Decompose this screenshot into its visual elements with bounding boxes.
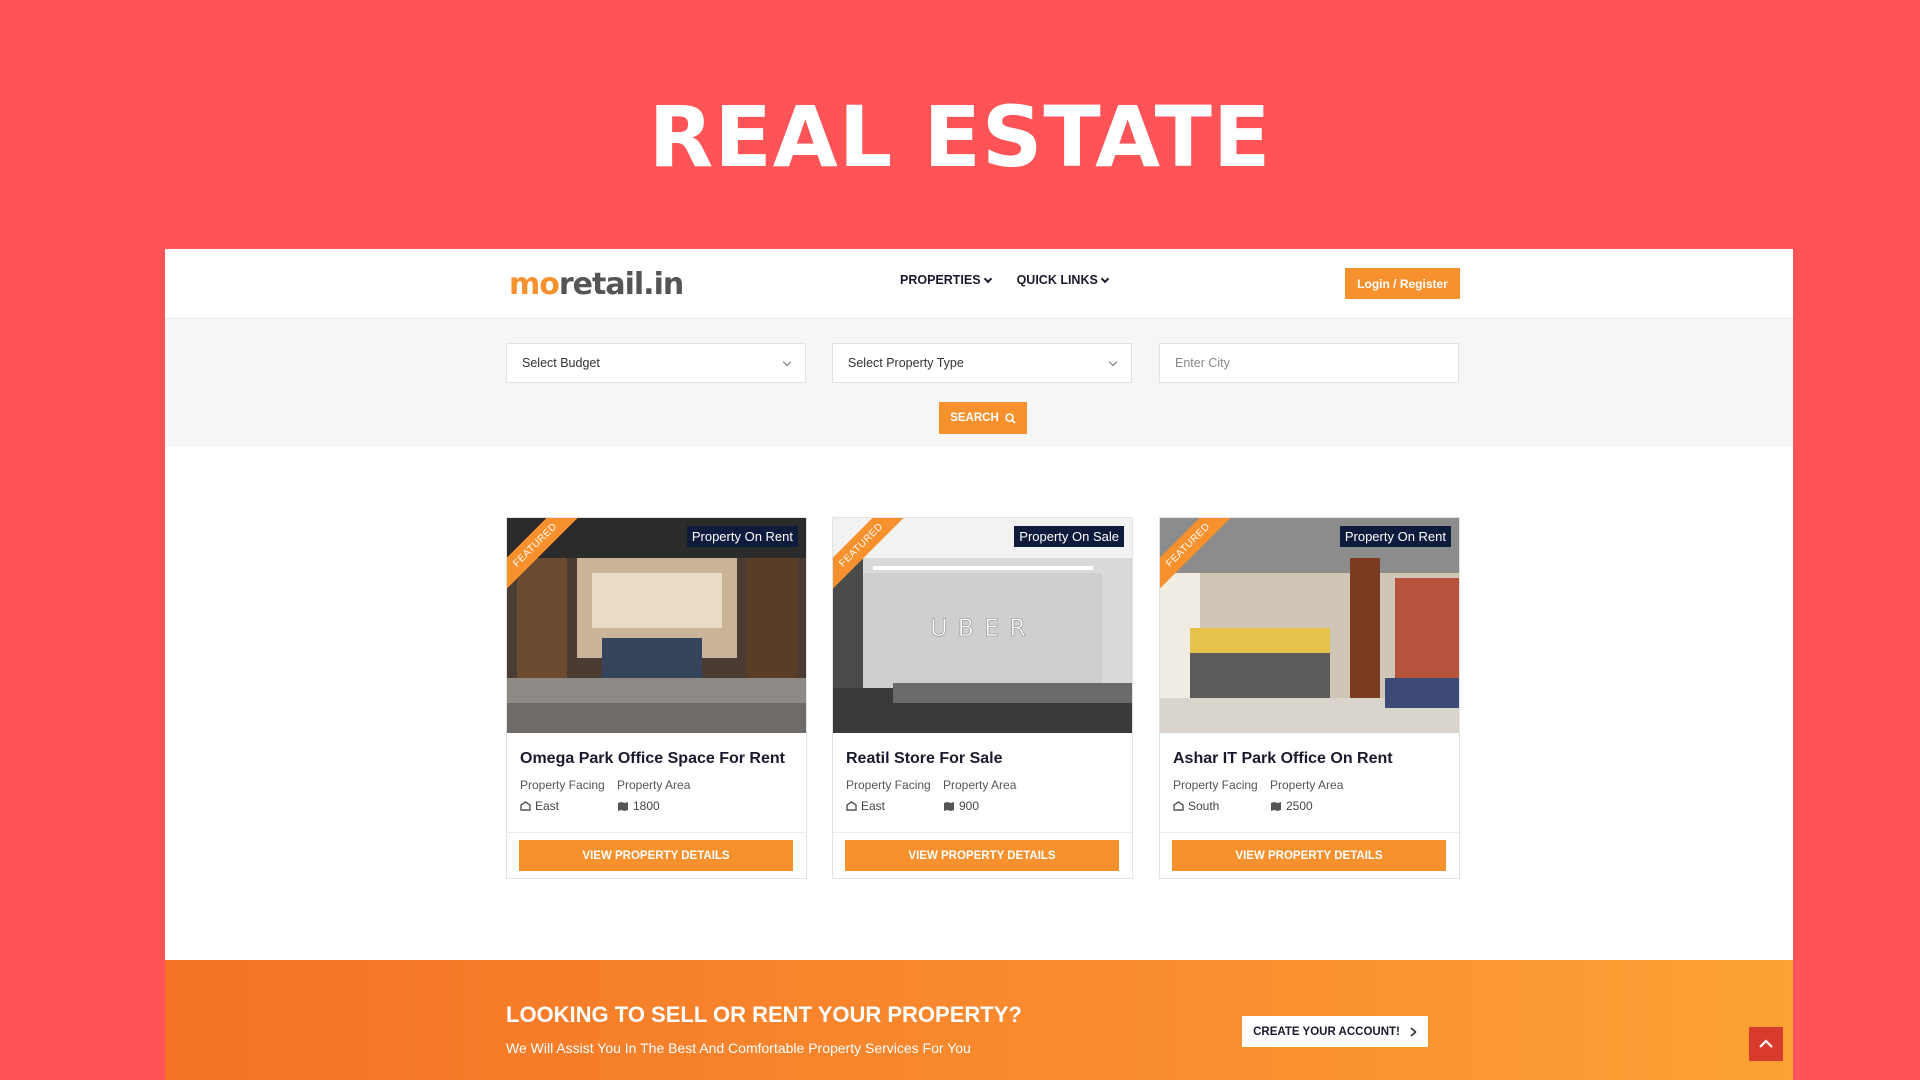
view-property-details-button[interactable]: VIEW PROPERTY DETAILS — [845, 840, 1119, 871]
property-card[interactable]: UBER FEATURED Property On Sale Reatil St… — [832, 517, 1133, 879]
property-image[interactable]: UBER FEATURED Property On Sale — [833, 518, 1132, 733]
nav-properties[interactable]: PROPERTIES — [900, 273, 992, 287]
uber-office-image: UBER — [833, 518, 1132, 733]
facing-value: East — [846, 799, 885, 813]
chevron-down-icon — [1100, 274, 1110, 283]
card-divider — [507, 832, 806, 833]
logo-mo: mo — [509, 267, 560, 302]
property-status-badge: Property On Rent — [686, 526, 798, 547]
nav-properties-label: PROPERTIES — [900, 273, 981, 287]
map-icon — [944, 801, 954, 811]
chevron-down-icon — [1108, 357, 1118, 366]
chevron-down-icon — [983, 274, 992, 283]
office-lobby-image — [507, 518, 806, 733]
property-title[interactable]: Reatil Store For Sale — [846, 750, 1003, 768]
facing-label: Property Facing — [520, 778, 605, 792]
property-type-select-value: Select Property Type — [848, 356, 964, 370]
property-status-badge: Property On Sale — [1014, 526, 1124, 547]
property-title[interactable]: Omega Park Office Space For Rent — [520, 750, 785, 768]
property-card[interactable]: FEATURED Property On Rent Ashar IT Park … — [1159, 517, 1460, 879]
area-text: 900 — [959, 799, 980, 813]
chevron-up-icon — [1759, 1039, 1773, 1048]
map-icon — [1271, 801, 1281, 811]
area-label: Property Area — [1270, 778, 1344, 792]
facing-label: Property Facing — [846, 778, 931, 792]
facing-value: South — [1173, 799, 1219, 813]
card-divider — [1160, 832, 1459, 833]
it-park-office-image — [1160, 518, 1459, 733]
site-header: moretail.in PROPERTIES QUICK LINKS Login… — [165, 249, 1793, 319]
website-frame: moretail.in PROPERTIES QUICK LINKS Login… — [165, 249, 1793, 1080]
hero-title: REAL ESTATE — [648, 88, 1272, 186]
cta-subtitle: We Will Assist You In The Best And Comfo… — [506, 1040, 971, 1056]
login-register-button[interactable]: Login / Register — [1345, 268, 1460, 299]
cta-title: LOOKING TO SELL OR RENT YOUR PROPERTY? — [506, 1002, 1022, 1027]
back-to-top-button[interactable] — [1749, 1027, 1783, 1061]
property-type-select[interactable]: Select Property Type — [832, 343, 1132, 383]
search-icon — [1005, 412, 1016, 424]
create-account-button[interactable]: CREATE YOUR ACCOUNT! — [1242, 1016, 1428, 1047]
site-logo[interactable]: moretail.in — [509, 267, 684, 302]
property-title[interactable]: Ashar IT Park Office On Rent — [1173, 750, 1393, 768]
property-image[interactable]: FEATURED Property On Rent — [1160, 518, 1459, 733]
chevron-down-icon — [782, 357, 792, 366]
area-text: 2500 — [1286, 799, 1313, 813]
nav-quick-links[interactable]: QUICK LINKS — [1016, 273, 1110, 287]
main-nav: PROPERTIES QUICK LINKS — [900, 273, 1110, 287]
city-input[interactable] — [1175, 356, 1443, 370]
area-label: Property Area — [617, 778, 691, 792]
search-button-label: SEARCH — [950, 412, 999, 424]
search-band: Select Budget Select Property Type SEARC… — [165, 319, 1793, 447]
compass-icon — [1173, 801, 1184, 811]
facing-text: South — [1188, 799, 1220, 813]
view-property-details-button[interactable]: VIEW PROPERTY DETAILS — [1172, 840, 1446, 871]
nav-quick-links-label: QUICK LINKS — [1016, 273, 1098, 287]
area-value: 2500 — [1270, 799, 1313, 813]
area-label: Property Area — [943, 778, 1017, 792]
budget-select[interactable]: Select Budget — [506, 343, 806, 383]
facing-text: East — [861, 799, 886, 813]
area-text: 1800 — [633, 799, 660, 813]
search-button[interactable]: SEARCH — [939, 402, 1027, 434]
card-divider — [833, 832, 1132, 833]
view-property-details-button[interactable]: VIEW PROPERTY DETAILS — [519, 840, 793, 871]
facing-value: East — [520, 799, 559, 813]
city-field[interactable] — [1159, 343, 1459, 383]
uber-sign-text: UBER — [930, 614, 1036, 642]
property-card[interactable]: FEATURED Property On Rent Omega Park Off… — [506, 517, 807, 879]
area-value: 900 — [943, 799, 979, 813]
compass-icon — [520, 801, 531, 811]
map-icon — [618, 801, 628, 811]
facing-label: Property Facing — [1173, 778, 1258, 792]
logo-rest: retail.in — [558, 267, 684, 302]
property-status-badge: Property On Rent — [1339, 526, 1451, 547]
facing-text: East — [535, 799, 560, 813]
budget-select-value: Select Budget — [522, 356, 600, 370]
compass-icon — [846, 801, 857, 811]
area-value: 1800 — [617, 799, 660, 813]
create-account-label: CREATE YOUR ACCOUNT! — [1253, 1025, 1400, 1038]
property-image[interactable]: FEATURED Property On Rent — [507, 518, 806, 733]
chevron-right-icon — [1410, 1026, 1417, 1037]
cta-banner: LOOKING TO SELL OR RENT YOUR PROPERTY? W… — [165, 960, 1793, 1080]
